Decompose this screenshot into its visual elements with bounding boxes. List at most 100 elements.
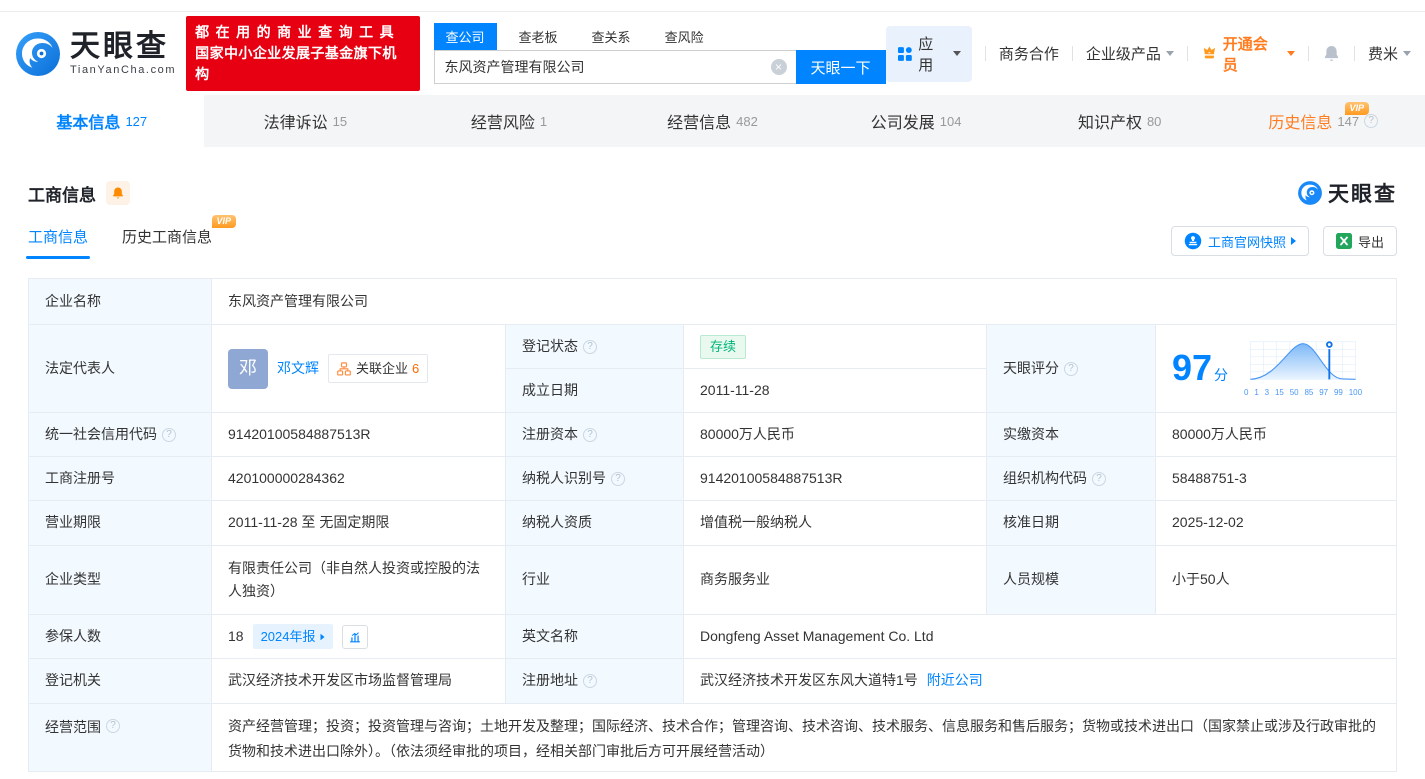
industry-label: 行业	[506, 546, 684, 615]
score-distribution-chart: 0 1 3 15 50 85 97 99 100	[1244, 338, 1362, 399]
help-icon[interactable]	[583, 339, 597, 354]
search-input[interactable]	[433, 50, 796, 84]
page-tabs: 基本信息 127 法律诉讼 15 经营风险 1 经营信息 482 公司发展 10…	[0, 95, 1425, 147]
taxpayer-quality-label: 纳税人资质	[506, 501, 684, 546]
approval-date-value: 2025-12-02	[1156, 501, 1396, 546]
org-code-value: 58488751-3	[1156, 457, 1396, 501]
credit-code-value: 91420100584887513R	[212, 413, 506, 457]
tianyan-score: 97 分	[1172, 346, 1229, 388]
help-icon[interactable]	[106, 719, 120, 733]
english-name-value: Dongfeng Asset Management Co. Ltd	[684, 615, 1396, 659]
insured-count-label: 参保人数	[29, 615, 212, 659]
section-title: 工商信息	[28, 185, 96, 205]
site-logo[interactable]: 天眼查 TianYanCha.com	[14, 30, 176, 78]
related-companies-badge[interactable]: 关联企业 6	[328, 353, 429, 384]
taxpayer-quality-value: 增值税一般纳税人	[684, 501, 987, 546]
search-tab-company[interactable]: 查公司	[433, 23, 497, 50]
score-value: 97 分 0 1 3 15 50 85 97 99 100	[1156, 325, 1396, 413]
slogan-banner: 都在用的商业查询工具 国家中小企业发展子基金旗下机构	[186, 16, 420, 91]
chevron-down-icon	[952, 51, 961, 56]
crown-icon	[1203, 46, 1215, 59]
top-strip	[0, 0, 1425, 12]
divider	[1186, 46, 1188, 61]
tab-basic-info[interactable]: 基本信息 127	[0, 95, 204, 147]
business-term-label: 营业期限	[29, 501, 212, 546]
legal-rep-name-link[interactable]: 邓文辉	[277, 357, 319, 380]
tab-history-info[interactable]: 历史信息 VIP 147	[1221, 95, 1425, 147]
stamp-icon	[1184, 232, 1202, 250]
search-tab-boss[interactable]: 查老板	[507, 23, 570, 50]
nav-vip[interactable]: 开通会员	[1201, 33, 1295, 75]
notification-bell-icon[interactable]	[1322, 44, 1341, 63]
clear-icon[interactable]	[770, 59, 787, 75]
help-icon[interactable]	[583, 674, 597, 688]
tab-intellectual-property[interactable]: 知识产权 80	[1018, 95, 1222, 147]
help-icon[interactable]	[1064, 361, 1078, 376]
help-icon[interactable]	[611, 471, 625, 486]
search-tabs: 查公司 查老板 查关系 查风险	[433, 23, 886, 50]
chevron-down-icon	[1286, 51, 1295, 56]
logo-domain: TianYanCha.com	[70, 64, 177, 76]
reg-capital-value: 80000万人民币	[684, 413, 987, 457]
reg-address-label: 注册地址	[506, 659, 684, 704]
business-term-value: 2011-11-28 至 无固定期限	[212, 501, 506, 546]
company-type-label: 企业类型	[29, 546, 212, 615]
company-name-label: 企业名称	[29, 279, 212, 325]
logo-name: 天眼查	[70, 30, 169, 63]
nav-cooperation[interactable]: 商务合作	[999, 43, 1059, 64]
apps-grid-icon	[897, 46, 912, 61]
business-scope-value: 资产经营管理；投资；投资管理与咨询；土地开发及整理；国际经济、技术合作；管理咨询…	[212, 704, 1396, 771]
status-badge: 存续	[700, 334, 747, 359]
help-icon[interactable]	[583, 427, 597, 442]
subtab-business-info[interactable]: 工商信息	[25, 226, 91, 259]
search-tab-relation[interactable]: 查关系	[580, 23, 643, 50]
help-icon[interactable]	[1364, 114, 1379, 128]
avatar[interactable]: 邓	[228, 348, 268, 389]
top-navigation: 应用 商务合作 企业级产品 开通会员 费米	[885, 25, 1411, 82]
taxpayer-id-value: 91420100584887513R	[684, 457, 987, 501]
legal-rep-label: 法定代表人	[29, 325, 212, 413]
official-snapshot-button[interactable]: 工商官网快照	[1170, 226, 1309, 256]
tab-business-info[interactable]: 经营信息 482	[611, 95, 815, 147]
bar-chart-icon	[349, 631, 360, 642]
vip-badge: VIP	[211, 215, 237, 228]
help-icon[interactable]	[1092, 471, 1106, 486]
monitor-bell-icon[interactable]	[106, 181, 130, 205]
legal-rep-value: 邓 邓文辉 关联企业 6	[212, 325, 506, 413]
tab-operation-risk[interactable]: 经营风险 1	[407, 95, 611, 147]
nav-user[interactable]: 费米	[1368, 43, 1411, 64]
paid-capital-label: 实缴资本	[987, 413, 1156, 457]
reg-authority-value: 武汉经济技术开发区市场监督管理局	[212, 659, 506, 704]
tab-company-development[interactable]: 公司发展 104	[814, 95, 1018, 147]
staff-size-value: 小于50人	[1156, 546, 1396, 615]
taxpayer-id-label: 纳税人识别号	[506, 457, 684, 501]
export-button[interactable]: 导出	[1322, 226, 1397, 256]
search-button[interactable]: 天眼一下	[795, 50, 886, 84]
nav-enterprise[interactable]: 企业级产品	[1086, 43, 1174, 64]
search-tab-risk[interactable]: 查风险	[653, 23, 716, 50]
nav-apps[interactable]: 应用	[885, 25, 972, 82]
vip-badge: VIP	[1344, 102, 1370, 115]
divider	[1307, 46, 1309, 61]
trend-chart-button[interactable]	[341, 624, 368, 649]
help-icon[interactable]	[162, 427, 176, 442]
tianyancha-logo-icon	[16, 31, 60, 76]
nearby-companies-link[interactable]: 附近公司	[927, 669, 983, 692]
slogan-line-1: 都在用的商业查询工具	[195, 24, 401, 40]
chevron-right-icon	[320, 633, 324, 640]
reg-status-value: 存续	[684, 325, 987, 369]
subtab-history-business-info[interactable]: 历史工商信息 VIP	[122, 215, 237, 259]
establish-date-value: 2011-11-28	[684, 369, 987, 413]
nav-enterprise-label: 企业级产品	[1085, 46, 1161, 63]
annual-report-badge[interactable]: 2024年报	[252, 623, 333, 650]
tab-legal-proceedings[interactable]: 法律诉讼 15	[204, 95, 408, 147]
main-content: 工商信息 天眼查 工商信息 历史工商信息 VIP 工商官网快照 导出 企业名称 …	[0, 180, 1425, 772]
org-chart-icon	[337, 361, 351, 376]
score-label: 天眼评分	[987, 325, 1156, 413]
score-axis-labels: 0 1 3 15 50 85 97 99 100	[1244, 387, 1363, 397]
divider	[984, 46, 986, 61]
divider	[1071, 46, 1073, 61]
reg-authority-label: 登记机关	[29, 659, 212, 704]
search-module: 查公司 查老板 查关系 查风险 天眼一下	[433, 23, 886, 84]
industry-value: 商务服务业	[684, 546, 987, 615]
